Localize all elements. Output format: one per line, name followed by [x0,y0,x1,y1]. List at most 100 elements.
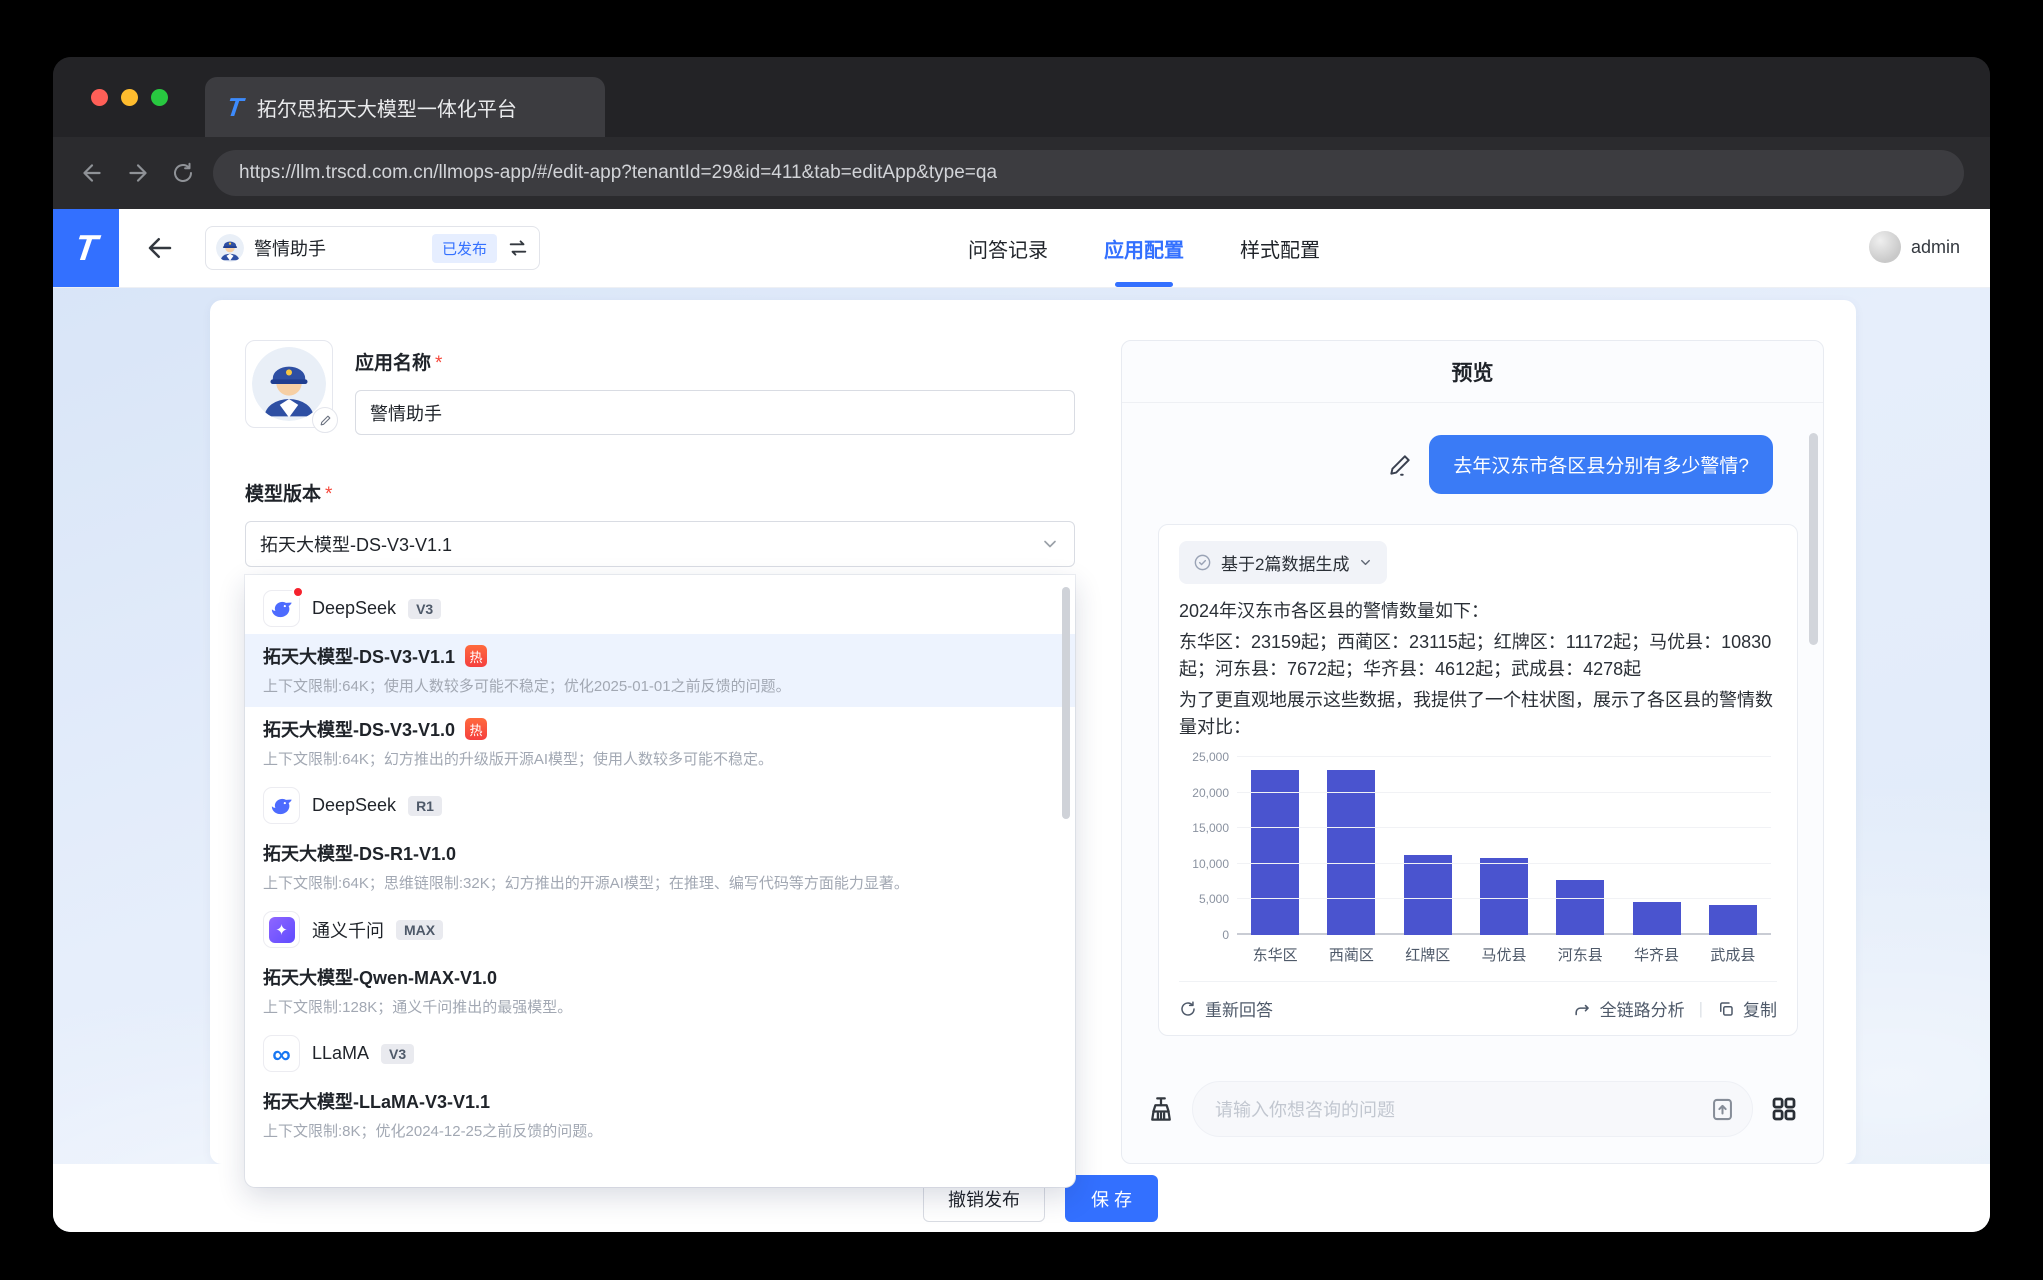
answer-line-3: 为了更直观地展示这些数据，我提供了一个柱状图，展示了各区县的警情数量对比： [1179,687,1777,741]
model-option[interactable]: 拓天大模型-DS-V3-V1.0热上下文限制:64K；幻方推出的升级版开源AI模… [245,707,1075,780]
model-group-header: ∞LLaMAV3 [245,1028,1075,1079]
chart-y-tick-label: 25,000 [1192,750,1229,764]
tab-style-config[interactable]: 样式配置 [1240,209,1320,287]
provider-tag: V3 [408,599,441,619]
model-option-title: 拓天大模型-LLaMA-V3-V1.1 [263,1088,490,1114]
chevron-down-icon [1358,555,1373,570]
chart-x-tick-label: 河东县 [1542,944,1618,965]
chart-bar-红牌区 [1404,855,1452,935]
model-option[interactable]: 拓天大模型-Qwen-MAX-V1.0上下文限制:128K；通义千问推出的最强模… [245,955,1075,1028]
send-icon[interactable] [1709,1096,1736,1123]
chat-scrollbar[interactable] [1809,433,1818,645]
model-version-select[interactable]: 拓天大模型-DS-V3-V1.1 [245,521,1075,567]
app-avatar-field[interactable] [245,340,333,428]
header-tabs: 问答记录 应用配置 样式配置 [968,209,1320,287]
trace-icon [1573,999,1592,1018]
model-dropdown: DeepSeek V3 拓天大模型-DS-V3-V1.1热上下文限制:64K；使用人… [245,575,1075,1187]
window-controls [91,89,168,106]
chart-x-tick-label: 武成县 [1695,944,1771,965]
answer-actions: 重新回答 全链路分析 | 复制 [1179,981,1777,1021]
regenerate-button[interactable]: 重新回答 [1179,996,1273,1021]
chart-y-tick-label: 15,000 [1192,821,1229,835]
app-name-box[interactable]: 警情助手 已发布 [205,226,540,270]
model-option[interactable]: 拓天大模型-DS-R1-V1.0上下文限制:64K；思维链限制:32K；幻方推出… [245,831,1075,904]
model-version-value: 拓天大模型-DS-V3-V1.1 [260,531,452,557]
user-menu[interactable]: admin [1869,231,1960,263]
user-name: admin [1911,237,1960,258]
model-option[interactable]: 拓天大模型-LLaMA-V3-V1.1上下文限制:8K；优化2024-12-25… [245,1079,1075,1152]
chart-x-tick-label: 东华区 [1237,944,1313,965]
preview-panel: 预览 去年汉东市各区县分别有多少警情? 基于2篇数据生成 2024年汉东市各区县… [1121,340,1824,1164]
chart-bar-河东县 [1556,880,1604,935]
chart-x-tick-label: 马优县 [1466,944,1542,965]
chat-input[interactable]: 请输入你想咨询的问题 [1192,1081,1753,1137]
maximize-window-button[interactable] [151,89,168,106]
edit-avatar-button[interactable] [312,407,338,433]
answer-line-2: 东华区：23159起；西蔺区：23115起；红牌区：11172起；马优县：108… [1179,629,1777,683]
required-asterisk: * [435,353,442,374]
source-badge[interactable]: 基于2篇数据生成 [1179,541,1387,584]
chat-area: 去年汉东市各区县分别有多少警情? 基于2篇数据生成 2024年汉东市各区县的警情… [1122,403,1823,1071]
source-badge-label: 基于2篇数据生成 [1221,550,1349,575]
copy-icon [1717,1000,1735,1018]
preview-title: 预览 [1122,341,1823,403]
model-option-title: 拓天大模型-DS-V3-V1.0 [263,716,455,742]
forward-icon[interactable] [125,160,151,186]
dropdown-scrollbar[interactable] [1062,587,1070,819]
notification-dot [292,586,304,598]
hot-badge: 热 [465,645,487,667]
back-arrow-icon[interactable] [145,233,175,263]
bar-chart: 05,00010,00015,00020,00025,000 东华区西蔺区红牌区… [1179,757,1777,965]
model-option-title: 拓天大模型-DS-R1-V1.0 [263,840,456,866]
chart-x-tick-label: 西蔺区 [1313,944,1389,965]
deepseek-icon [269,793,295,819]
app-name-input-value: 警情助手 [370,400,442,426]
back-icon[interactable] [79,160,105,186]
provider-name: DeepSeek [312,795,396,816]
save-button[interactable]: 保 存 [1065,1175,1158,1222]
check-circle-icon [1193,553,1212,572]
refresh-icon[interactable] [171,161,195,185]
browser-window: T 拓尔思拓天大模型一体化平台 https://llm.trscd.com.cn… [53,57,1990,1232]
site-favicon: T [225,92,245,123]
divider: | [1699,999,1703,1019]
close-window-button[interactable] [91,89,108,106]
model-option-desc: 上下文限制:128K；通义千问推出的最强模型。 [263,996,1057,1017]
browser-tabstrip: T 拓尔思拓天大模型一体化平台 [53,57,1990,137]
tab-qa-records[interactable]: 问答记录 [968,209,1048,287]
address-bar[interactable]: https://llm.trscd.com.cn/llmops-app/#/ed… [213,150,1964,196]
hot-badge: 热 [465,718,487,740]
model-option-desc: 上下文限制:64K；使用人数较多可能不稳定；优化2025-01-01之前反馈的问… [263,675,1057,696]
model-option[interactable]: 拓天大模型-DS-V3-V1.1热上下文限制:64K；使用人数较多可能不稳定；优… [245,634,1075,707]
app-name-label: 应用名称* [355,348,442,375]
chart-bar-华齐县 [1633,902,1681,935]
copy-button[interactable]: 复制 [1717,996,1777,1021]
status-badge: 已发布 [432,234,497,263]
provider-name: DeepSeek [312,598,396,619]
user-avatar [1869,231,1901,263]
chart-gridline [1237,863,1771,864]
edit-message-icon[interactable] [1387,452,1413,478]
chart-bar-马优县 [1480,858,1528,935]
deepseek-icon [269,596,295,622]
chevron-down-icon [1040,534,1060,554]
chart-bar-武成县 [1709,905,1757,935]
clear-chat-icon[interactable] [1146,1094,1176,1124]
browser-tab[interactable]: T 拓尔思拓天大模型一体化平台 [205,77,605,137]
minimize-window-button[interactable] [121,89,138,106]
chart-x-tick-label: 红牌区 [1390,944,1466,965]
chart-gridline [1237,792,1771,793]
app-page: T 警情助手 已发布 问答记录 应用配置 样式配置 admin [53,209,1990,1232]
model-version-label: 模型版本* [245,479,332,506]
tab-app-config[interactable]: 应用配置 [1104,209,1184,287]
user-message-bubble: 去年汉东市各区县分别有多少警情? [1429,435,1773,494]
app-logo[interactable]: T [53,209,119,287]
app-name-input[interactable]: 警情助手 [355,390,1075,435]
app-name: 警情助手 [254,235,422,261]
chart-x-tick-label: 华齐县 [1618,944,1694,965]
model-group-header: DeepSeekR1 [245,780,1075,831]
switch-app-icon[interactable] [507,237,529,259]
trace-analysis-button[interactable]: 全链路分析 [1573,996,1685,1021]
apps-grid-icon[interactable] [1769,1094,1799,1124]
chat-input-bar: 请输入你想咨询的问题 [1122,1071,1823,1163]
